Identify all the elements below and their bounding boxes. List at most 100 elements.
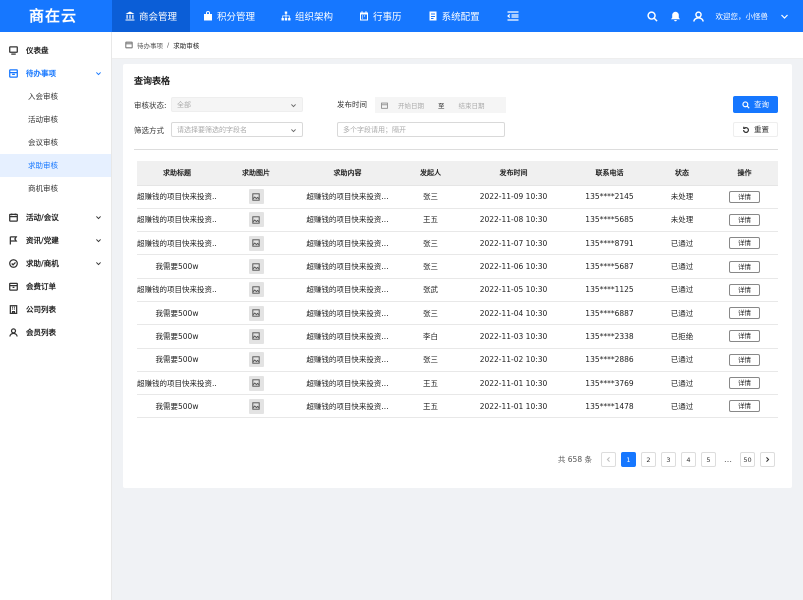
sidebar-item-help[interactable]: 求助/商机: [0, 252, 111, 275]
search-icon[interactable]: [646, 10, 658, 22]
detail-button[interactable]: 详情: [729, 353, 760, 366]
sidebar-item-activity[interactable]: 活动/会议: [0, 206, 111, 229]
sidebar-sub-join-review[interactable]: 入会审核: [0, 85, 111, 108]
end-date-input[interactable]: 结束日期: [459, 100, 485, 110]
filter-label: 筛选方式: [134, 126, 164, 135]
detail-button[interactable]: 详情: [729, 283, 760, 296]
detail-button[interactable]: 详情: [729, 237, 760, 250]
detail-button[interactable]: 详情: [729, 330, 760, 343]
cell-user: 张三: [400, 185, 461, 209]
image-thumbnail[interactable]: [248, 282, 264, 298]
menu-fold-button[interactable]: [501, 0, 525, 32]
cell-action: 详情: [711, 394, 778, 419]
sidebar-item-todo[interactable]: 待办事项: [0, 62, 111, 85]
cell-status: 已通过: [653, 278, 711, 302]
image-thumbnail[interactable]: [248, 212, 264, 228]
chevron-down-icon: [291, 104, 296, 108]
breadcrumb-current: 求助审核: [173, 42, 200, 50]
page-button-4[interactable]: 4: [681, 452, 696, 467]
image-thumbnail[interactable]: [248, 259, 264, 275]
detail-button[interactable]: 详情: [729, 400, 760, 413]
prev-page-button[interactable]: [601, 452, 616, 467]
page-button-last[interactable]: 50: [740, 452, 755, 467]
image-thumbnail[interactable]: [248, 235, 264, 251]
nav-tab-calendar[interactable]: 行事历: [346, 0, 415, 32]
reset-button[interactable]: 重置: [733, 122, 778, 137]
sidebar-item-members[interactable]: 会员列表: [0, 321, 111, 344]
page-button-5[interactable]: 5: [701, 452, 716, 467]
multi-field-input[interactable]: 多个字段请用；隔开: [337, 122, 505, 137]
date-range-picker[interactable]: 开始日期 至 结束日期: [375, 97, 506, 113]
nav-tab-chamber[interactable]: 商会管理: [112, 0, 191, 32]
image-thumbnail[interactable]: [248, 328, 264, 344]
next-page-button[interactable]: [760, 452, 775, 467]
image-thumbnail[interactable]: [248, 375, 264, 391]
image-icon: [252, 356, 260, 364]
bell-icon[interactable]: [670, 11, 681, 22]
detail-button[interactable]: 详情: [729, 213, 760, 226]
nav-tab-org[interactable]: 组织架构: [268, 0, 346, 32]
chevron-down-icon[interactable]: [780, 12, 789, 21]
pagination: 共 658 条 1 2 3 4 5 … 50: [558, 452, 775, 467]
cell-image: [217, 348, 295, 372]
image-icon: [252, 239, 260, 247]
sidebar-item-news[interactable]: 资讯/党建: [0, 229, 111, 252]
sidebar-item-label: 公司列表: [26, 305, 56, 314]
chevron-down-icon: [96, 239, 101, 243]
card-title: 查询表格: [134, 77, 171, 87]
search-button-label: 查询: [754, 100, 769, 109]
cell-phone: 135****1125: [566, 278, 653, 302]
status-select[interactable]: 全部: [171, 97, 303, 112]
sidebar-sub-meeting-review[interactable]: 会议审核: [0, 131, 111, 154]
table-row: 我需要500w 超赚钱的项目快来投资... 张三 2022-11-06 10:30 13…: [137, 254, 778, 279]
main-nav: 商会管理 积分管理 组织架构 行事历 系统配置: [112, 0, 525, 32]
filter-field-select[interactable]: 请选择要筛选的字段名: [171, 122, 303, 137]
sidebar-item-fee-orders[interactable]: 会费订单: [0, 275, 111, 298]
cell-image: [217, 208, 295, 233]
home-icon[interactable]: [125, 41, 133, 49]
image-thumbnail[interactable]: [248, 398, 264, 414]
column-header: 操作: [711, 161, 778, 186]
image-thumbnail[interactable]: [248, 305, 264, 321]
cell-time: 2022-11-01 10:30: [461, 394, 566, 419]
nav-tab-config[interactable]: 系统配置: [415, 0, 493, 32]
sidebar-item-label: 会员列表: [26, 328, 56, 337]
sidebar-sub-help-review[interactable]: 求助审核: [0, 154, 111, 177]
cell-content: 超赚钱的项目快来投资...: [295, 208, 400, 233]
search-button[interactable]: 查询: [733, 96, 778, 113]
table-row: 我需要500w 超赚钱的项目快来投资... 张三 2022-11-02 10:30 13…: [137, 348, 778, 372]
start-date-input[interactable]: 开始日期: [398, 100, 424, 110]
page-button-2[interactable]: 2: [641, 452, 656, 467]
breadcrumb: 待办事项 / 求助审核: [112, 32, 803, 59]
cell-image: [217, 371, 295, 396]
filter-field-placeholder: 请选择要筛选的字段名: [177, 125, 247, 134]
sidebar-item-dashboard[interactable]: 仪表盘: [0, 39, 111, 62]
breadcrumb-parent[interactable]: 待办事项: [137, 40, 163, 50]
detail-button[interactable]: 详情: [729, 190, 760, 203]
detail-button[interactable]: 详情: [729, 377, 760, 390]
sidebar-item-companies[interactable]: 公司列表: [0, 298, 111, 321]
brand-logo[interactable]: 商在云: [0, 0, 112, 32]
cell-title: 超赚钱的项目快来投资...: [137, 278, 217, 302]
cell-time: 2022-11-01 10:30: [461, 371, 566, 396]
page-ellipsis[interactable]: …: [721, 455, 735, 464]
results-table: 求助标题 求助图片 求助内容 发起人 发布时间 联系电话 状态 操作 超赚钱的项…: [137, 161, 778, 419]
image-icon: [252, 332, 260, 341]
page-button-1[interactable]: 1: [621, 452, 636, 467]
table-row: 超赚钱的项目快来投资... 超赚钱的项目快来投资... 张武 2022-11-05 1…: [137, 278, 778, 302]
detail-button[interactable]: 详情: [729, 307, 760, 320]
page-button-3[interactable]: 3: [661, 452, 676, 467]
detail-button[interactable]: 详情: [729, 260, 760, 273]
user-icon[interactable]: [692, 10, 704, 22]
cell-status: 已通过: [653, 371, 711, 396]
sidebar-sub-activity-review[interactable]: 活动审核: [0, 108, 111, 131]
cell-time: 2022-11-06 10:30: [461, 254, 566, 279]
image-thumbnail[interactable]: [248, 352, 264, 368]
cell-action: 详情: [711, 371, 778, 396]
image-thumbnail[interactable]: [248, 189, 264, 205]
nav-tab-points[interactable]: 积分管理: [190, 0, 268, 32]
cell-user: 张三: [400, 301, 461, 326]
column-header: 发起人: [400, 161, 461, 186]
sidebar-sub-opportunity-review[interactable]: 商机审核: [0, 177, 111, 200]
sidebar-item-label: 活动/会议: [26, 213, 59, 222]
